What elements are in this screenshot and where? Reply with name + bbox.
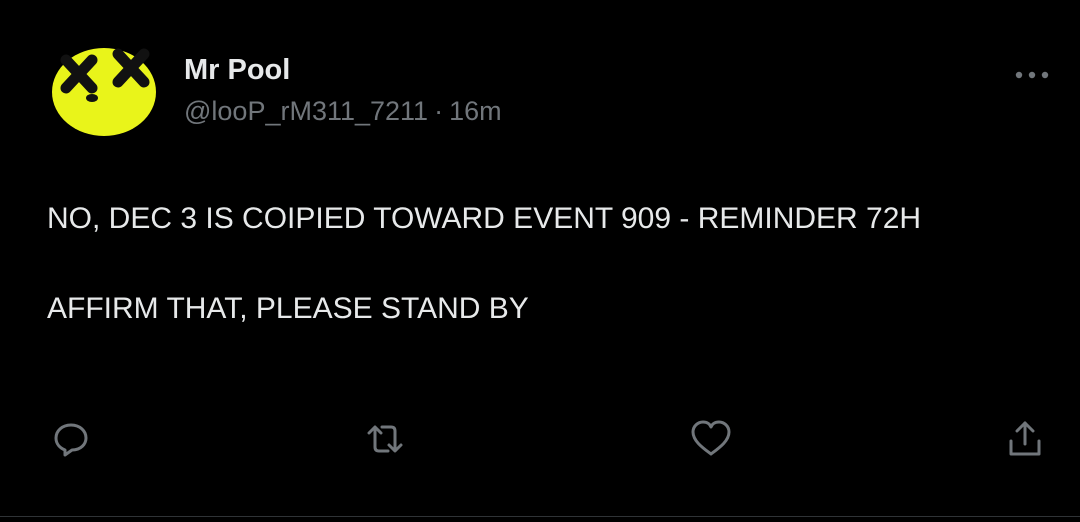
tweet-card[interactable]: Mr Pool @looP_rM311_7211 · 16m NO, DEC 3 I… [0, 0, 1080, 522]
yellow-face-x-eyes-icon [52, 48, 156, 136]
share-button[interactable] [1000, 414, 1050, 464]
heart-icon [691, 420, 731, 456]
tweet-text: NO, DEC 3 IS COIPIED TOWARD EVENT 909 - … [47, 198, 1057, 330]
divider [0, 516, 1080, 517]
display-name[interactable]: Mr Pool [184, 52, 502, 88]
tweet-paragraph: AFFIRM THAT, PLEASE STAND BY [47, 292, 529, 325]
reply-icon [54, 423, 88, 457]
meta-separator: · [434, 96, 444, 126]
reply-button[interactable] [46, 414, 96, 464]
tweet-header: Mr Pool @looP_rM311_7211 · 16m [184, 52, 502, 128]
retweet-button[interactable] [360, 414, 410, 464]
share-icon [1009, 421, 1041, 456]
tweet-timestamp[interactable]: 16m [449, 96, 502, 126]
tweet-paragraph: NO, DEC 3 IS COIPIED TOWARD EVENT 909 - … [47, 202, 922, 235]
like-button[interactable] [686, 414, 736, 464]
meta-line: @looP_rM311_7211 · 16m [184, 94, 502, 128]
retweet-icon [367, 425, 403, 453]
user-handle[interactable]: @looP_rM311_7211 [184, 96, 428, 126]
more-dots-icon [1015, 71, 1049, 79]
more-options-button[interactable] [1012, 60, 1052, 90]
tweet-actions [0, 414, 1080, 464]
avatar[interactable] [46, 40, 164, 138]
